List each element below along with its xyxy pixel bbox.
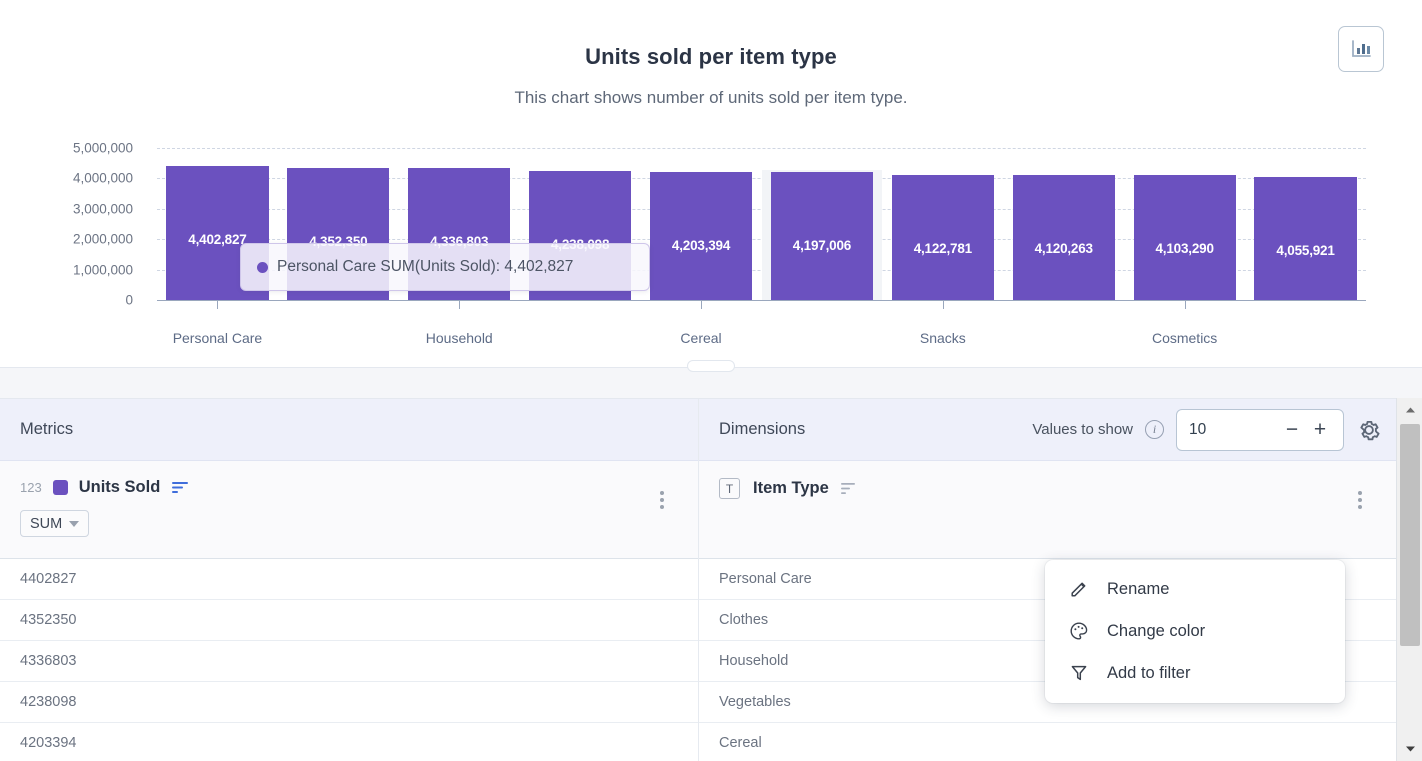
metric-field-name: Units Sold: [79, 478, 161, 497]
metric-value-cell[interactable]: 4203394: [0, 723, 698, 761]
x-axis-tick: [1185, 300, 1186, 309]
panel-resize-handle[interactable]: [687, 360, 735, 372]
y-axis-tick-label: 0: [125, 293, 133, 308]
metrics-column: Metrics 123 Units Sold SUM: [0, 399, 698, 761]
metrics-header-label: Metrics: [20, 420, 73, 439]
context-menu: Rename Change color Add to filter: [1045, 560, 1345, 703]
chart-type-button[interactable]: [1338, 26, 1384, 72]
metric-more-options-button[interactable]: [652, 489, 672, 511]
x-axis-tick: [701, 300, 702, 309]
x-axis-tick: [217, 300, 218, 309]
aggregation-label: SUM: [30, 516, 62, 532]
bar-chart-icon: [1350, 38, 1372, 60]
bar[interactable]: 4,197,006: [771, 172, 873, 300]
metrics-header: Metrics: [0, 399, 698, 461]
gear-icon[interactable]: [1356, 417, 1382, 443]
dimension-field-name: Item Type: [753, 479, 829, 498]
y-axis-tick-label: 5,000,000: [73, 141, 133, 156]
metric-value-cell[interactable]: 4402827: [0, 559, 698, 600]
chevron-up-icon: [1405, 406, 1416, 414]
values-to-show-label: Values to show: [1032, 421, 1133, 438]
dimensions-field-row: T Item Type: [699, 461, 1396, 559]
context-menu-item-rename[interactable]: Rename: [1045, 568, 1345, 610]
bar-value-label: 4,203,394: [650, 238, 752, 253]
bar[interactable]: 4,203,394: [650, 172, 752, 300]
scrollbar-thumb[interactable]: [1400, 424, 1420, 646]
kebab-dot: [660, 491, 664, 495]
metric-value-cell[interactable]: 4352350: [0, 600, 698, 641]
y-axis-tick-label: 4,000,000: [73, 171, 133, 186]
bar-value-label: 4,197,006: [771, 238, 873, 253]
bar-value-label: 4,122,781: [892, 241, 994, 256]
context-menu-item-add-to-filter[interactable]: Add to filter: [1045, 652, 1345, 694]
palette-icon: [1067, 621, 1091, 641]
kebab-dot: [660, 505, 664, 509]
scroll-up-button[interactable]: [1397, 398, 1422, 422]
chevron-down-icon: [69, 521, 79, 527]
y-axis-tick-label: 1,000,000: [73, 262, 133, 277]
y-axis-tick-label: 3,000,000: [73, 201, 133, 216]
bar[interactable]: 4,055,921: [1254, 177, 1356, 300]
funnel-icon: [1067, 663, 1091, 683]
kebab-dot: [1358, 505, 1362, 509]
values-to-show-stepper[interactable]: 10 − +: [1176, 409, 1344, 451]
bar-value-label: 4,103,290: [1134, 241, 1236, 256]
dimensions-header: Dimensions Values to show i 10 − +: [699, 399, 1396, 461]
tooltip-text: Personal Care SUM(Units Sold): 4,402,827: [277, 258, 573, 276]
dimensions-header-label: Dimensions: [719, 420, 805, 439]
kebab-dot: [1358, 498, 1362, 502]
stepper-decrement-button[interactable]: −: [1281, 419, 1303, 440]
dimension-field-chip[interactable]: T Item Type: [719, 478, 859, 499]
x-axis-tick-label: Snacks: [920, 330, 966, 346]
x-axis-tick-label: Personal Care: [173, 330, 263, 346]
bar-value-label: 4,120,263: [1013, 241, 1115, 256]
chart-subtitle: This chart shows number of units sold pe…: [0, 88, 1422, 108]
dimensions-header-controls: Values to show i 10 − +: [1032, 409, 1396, 451]
aggregation-select[interactable]: SUM: [20, 510, 89, 537]
chart-tooltip: Personal Care SUM(Units Sold): 4,402,827: [240, 243, 650, 291]
x-axis-tick-label: Household: [426, 330, 493, 346]
bar[interactable]: 4,122,781: [892, 175, 994, 300]
context-menu-item-change-color[interactable]: Change color: [1045, 610, 1345, 652]
dimension-value-cell[interactable]: Cereal: [699, 723, 1396, 761]
bar[interactable]: 4,103,290: [1134, 175, 1236, 300]
dimension-more-options-button[interactable]: [1350, 489, 1370, 511]
bar[interactable]: 4,120,263: [1013, 175, 1115, 300]
chart-title: Units sold per item type: [0, 44, 1422, 70]
vertical-scrollbar[interactable]: [1396, 398, 1422, 761]
plot-area: 01,000,0002,000,0003,000,0004,000,0005,0…: [0, 148, 1422, 363]
stepper-increment-button[interactable]: +: [1309, 419, 1331, 440]
text-type-icon: T: [719, 478, 740, 499]
context-menu-item-label: Add to filter: [1107, 664, 1190, 683]
chevron-down-icon: [1405, 745, 1416, 753]
metric-field-chip[interactable]: 123 Units Sold: [20, 478, 190, 497]
chart-panel: Units sold per item type This chart show…: [0, 0, 1422, 368]
context-menu-item-label: Rename: [1107, 580, 1169, 599]
x-axis-tick: [943, 300, 944, 309]
metrics-field-row: 123 Units Sold SUM: [0, 461, 698, 559]
scroll-down-button[interactable]: [1397, 737, 1422, 761]
kebab-dot: [660, 498, 664, 502]
x-axis-tick-label: Cosmetics: [1152, 330, 1217, 346]
gridline: [157, 148, 1366, 149]
sort-descending-icon[interactable]: [171, 480, 190, 495]
y-axis-tick-label: 2,000,000: [73, 232, 133, 247]
sort-icon[interactable]: [840, 481, 859, 496]
bar-value-label: 4,055,921: [1254, 243, 1356, 258]
x-axis-tick-label: Cereal: [680, 330, 721, 346]
metric-color-swatch[interactable]: [53, 480, 68, 495]
context-menu-item-label: Change color: [1107, 622, 1205, 641]
metric-type-badge: 123: [20, 480, 42, 495]
pencil-icon: [1067, 579, 1091, 599]
x-axis-tick: [459, 300, 460, 309]
info-icon[interactable]: i: [1145, 420, 1164, 439]
metric-value-cell[interactable]: 4336803: [0, 641, 698, 682]
metric-value-cell[interactable]: 4238098: [0, 682, 698, 723]
kebab-dot: [1358, 491, 1362, 495]
tooltip-series-dot: [257, 262, 268, 273]
app-root: Units sold per item type This chart show…: [0, 0, 1422, 761]
values-to-show-value[interactable]: 10: [1189, 421, 1206, 439]
